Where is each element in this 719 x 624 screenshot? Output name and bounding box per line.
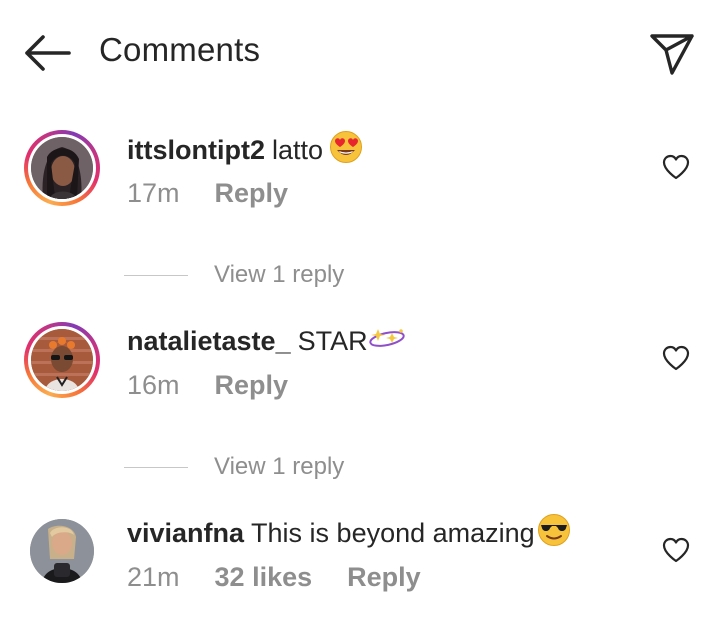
view-replies-button[interactable]: View 1 reply [124,260,384,290]
heart-outline-icon [662,154,690,180]
heart-outline-icon [662,345,690,371]
comment-text: latto [271,134,324,165]
reply-divider [124,274,188,276]
reply-divider [124,466,188,468]
reply-button[interactable]: Reply [347,562,421,593]
avatar-story-ring[interactable] [24,322,100,398]
comment-meta: 21m 32 likes Reply [127,560,421,594]
paper-plane-icon [650,34,694,75]
header-bar: Comments [0,0,719,106]
view-replies-label: View 1 reply [214,453,345,480]
comment-username[interactable]: ittslontipt2 [127,135,265,166]
arrow-left-icon [25,35,71,71]
heart-eyes-emoji-icon [329,130,363,171]
comment-username[interactable]: vivianfna [127,518,244,549]
sunglasses-emoji-icon [537,513,571,554]
view-replies-button[interactable]: View 1 reply [124,452,384,482]
share-button[interactable] [644,28,700,80]
like-button[interactable] [660,534,692,566]
avatar-button[interactable] [30,519,94,583]
avatar [30,519,94,583]
comment-text: This is beyond amazing [251,517,535,548]
likes-count[interactable]: 32 likes [215,562,313,593]
comment-meta: 17m Reply [127,176,288,210]
avatar [31,329,93,391]
back-button[interactable] [20,30,74,76]
comment-time: 17m [127,177,180,208]
sparkle-emoji-icon [368,325,406,358]
avatar-frame [28,134,96,202]
comment-body: natalietaste_ STAR [127,324,406,358]
like-button[interactable] [660,342,692,374]
page-title: Comments [99,31,261,68]
reply-button[interactable]: Reply [215,370,289,401]
comment-meta: 16m Reply [127,368,288,402]
avatar-frame [28,326,96,394]
view-replies-label: View 1 reply [214,261,345,288]
comment-body: vivianfna This is beyond amazing [127,513,571,550]
avatar [31,137,93,199]
comment-time: 21m [127,561,180,592]
reply-button[interactable]: Reply [215,178,289,209]
comment-time: 16m [127,369,180,400]
comment-body: ittslontipt2 latto [127,130,363,167]
comment-username[interactable]: natalietaste_ [127,326,291,357]
heart-outline-icon [662,537,690,563]
like-button[interactable] [660,151,692,183]
avatar-story-ring[interactable] [24,130,100,206]
comment-text: STAR [297,325,368,356]
